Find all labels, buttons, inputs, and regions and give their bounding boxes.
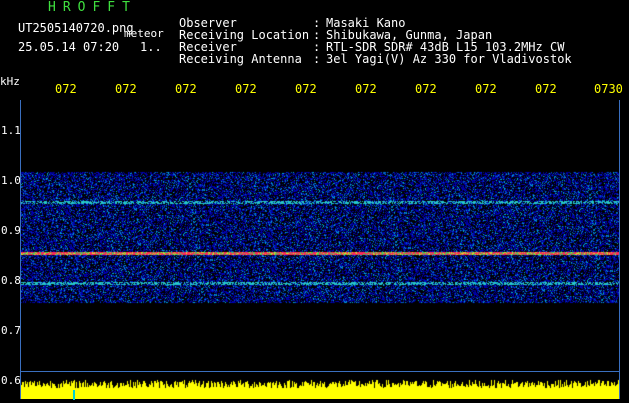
date-time: 25.05.14 07:20 bbox=[18, 40, 120, 54]
y-tick-label: 0.7 bbox=[1, 324, 21, 337]
spectrogram-canvas bbox=[21, 100, 619, 399]
page-indicator: 1.. bbox=[140, 40, 162, 54]
x-tick-label: 0730 bbox=[594, 82, 623, 96]
time-marker bbox=[73, 390, 75, 400]
y-tick-label: 0.6 bbox=[1, 374, 21, 387]
spectrogram-plot[interactable] bbox=[20, 100, 620, 399]
x-tick-label: 072 bbox=[415, 82, 437, 96]
info-value: 3el Yagi(V) Az 330 for Vladivostok bbox=[326, 52, 572, 66]
y-tick-label: 1.0 bbox=[1, 174, 21, 187]
y-tick-label: 0.9 bbox=[1, 224, 21, 237]
baseline-line bbox=[20, 371, 620, 372]
x-tick-label: 072 bbox=[55, 82, 77, 96]
y-tick-label: 1.1 bbox=[1, 124, 21, 137]
info-row-receiver: Receiver: RTL-SDR SDR# 43dB L15 103.2MHz … bbox=[179, 40, 565, 54]
x-tick-label: 072 bbox=[175, 82, 197, 96]
y-tick-label: 0.8 bbox=[1, 274, 21, 287]
file-name: UT2505140720.png bbox=[18, 21, 134, 35]
x-tick-label: 072 bbox=[535, 82, 557, 96]
x-tick-label: 072 bbox=[295, 82, 317, 96]
x-tick-label: 072 bbox=[475, 82, 497, 96]
x-tick-label: 072 bbox=[355, 82, 377, 96]
info-key: Receiving Antenna bbox=[179, 52, 302, 66]
info-row-observer: Observer: Masaki Kano bbox=[179, 16, 406, 30]
meteor-label: meteor bbox=[124, 27, 164, 40]
info-row-location: Receiving Location: Shibukawa, Gunma, Jap… bbox=[179, 28, 493, 42]
x-tick-label: 072 bbox=[115, 82, 137, 96]
app-title: HROFFT bbox=[48, 0, 137, 15]
station-info: Observer: Masaki Kano Receiving Location:… bbox=[179, 5, 572, 77]
y-unit-label: kHz bbox=[0, 75, 20, 88]
x-tick-label: 072 bbox=[235, 82, 257, 96]
header-panel: HROFFT UT2505140720.png meteor 25.05.14 … bbox=[0, 0, 629, 80]
info-row-antenna: Receiving Antenna:3el Yagi(V) Az 330 for… bbox=[179, 52, 572, 66]
